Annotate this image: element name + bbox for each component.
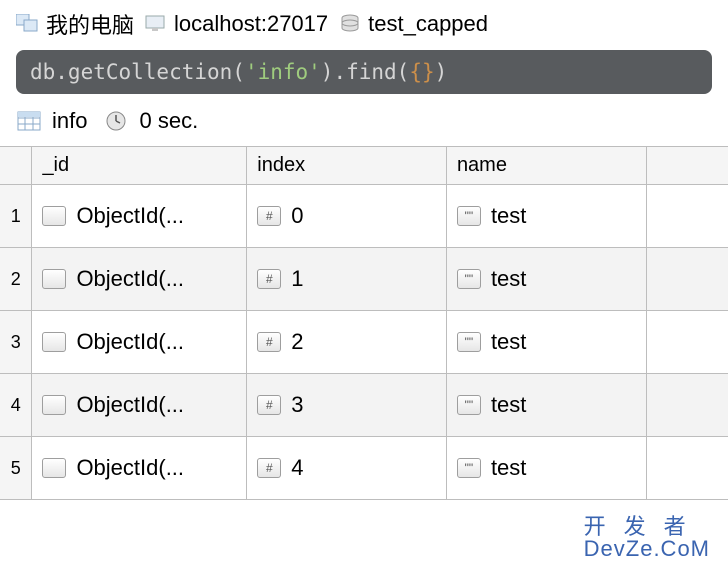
results-table: _id index name 1 ObjectId(... #0 "" test 2 Obj… — [0, 147, 728, 500]
cell-id-value: ObjectId(... — [76, 203, 184, 229]
breadcrumb-host[interactable]: localhost:27017 — [144, 11, 328, 37]
cell-id-value: ObjectId(... — [76, 455, 184, 481]
clock-icon — [103, 110, 129, 132]
number-type-icon: # — [257, 395, 281, 415]
cell-index-value: 1 — [291, 266, 303, 292]
number-type-icon: # — [257, 332, 281, 352]
watermark-line2: DevZe.CoM — [584, 538, 710, 560]
status-row: info 0 sec. — [0, 94, 728, 147]
cell-id[interactable]: ObjectId(... — [32, 437, 247, 500]
gutter-header — [0, 147, 32, 185]
header-id[interactable]: _id — [32, 147, 247, 185]
string-type-icon: "" — [457, 395, 481, 415]
cell-name-value: test — [491, 455, 526, 481]
cell-gap — [646, 248, 728, 311]
breadcrumb-computer-label: 我的电脑 — [46, 8, 134, 40]
cell-name-value: test — [491, 203, 526, 229]
database-icon — [338, 13, 362, 35]
cell-name[interactable]: "" test — [446, 437, 646, 500]
cell-gap — [646, 185, 728, 248]
number-type-icon: # — [257, 206, 281, 226]
watermark-line1: 开发者 — [584, 516, 710, 538]
row-number: 5 — [0, 437, 32, 500]
object-type-icon — [42, 332, 66, 352]
header-name[interactable]: name — [446, 147, 646, 185]
object-type-icon — [42, 269, 66, 289]
cell-index[interactable]: #2 — [247, 311, 447, 374]
status-time-label: 0 sec. — [139, 108, 198, 134]
string-type-icon: "" — [457, 332, 481, 352]
monitor-icon — [144, 13, 168, 35]
query-suffix: ) — [435, 60, 448, 84]
cell-index-value: 2 — [291, 329, 303, 355]
cell-index[interactable]: #1 — [247, 248, 447, 311]
cell-name[interactable]: "" test — [446, 248, 646, 311]
string-type-icon: "" — [457, 206, 481, 226]
header-index[interactable]: index — [247, 147, 447, 185]
cell-id[interactable]: ObjectId(... — [32, 248, 247, 311]
number-type-icon: # — [257, 269, 281, 289]
table-row[interactable]: 4 ObjectId(... #3 "" test — [0, 374, 728, 437]
query-mid: ).find( — [321, 60, 410, 84]
cell-id[interactable]: ObjectId(... — [32, 311, 247, 374]
table-row[interactable]: 5 ObjectId(... #4 "" test — [0, 437, 728, 500]
cell-index-value: 0 — [291, 203, 303, 229]
object-type-icon — [42, 458, 66, 478]
cell-gap — [646, 311, 728, 374]
cell-gap — [646, 437, 728, 500]
query-arg: 'info' — [245, 60, 321, 84]
cell-index-value: 4 — [291, 455, 303, 481]
query-bar[interactable]: db.getCollection('info').find({}) — [16, 50, 712, 94]
query-braces: {} — [409, 60, 434, 84]
string-type-icon: "" — [457, 269, 481, 289]
cell-name[interactable]: "" test — [446, 374, 646, 437]
watermark: 开发者 DevZe.CoM — [584, 516, 710, 560]
object-type-icon — [42, 395, 66, 415]
table-row[interactable]: 3 ObjectId(... #2 "" test — [0, 311, 728, 374]
string-type-icon: "" — [457, 458, 481, 478]
cell-id[interactable]: ObjectId(... — [32, 374, 247, 437]
cell-index-value: 3 — [291, 392, 303, 418]
table-header-row: _id index name — [0, 147, 728, 185]
cell-name-value: test — [491, 329, 526, 355]
status-tab-label: info — [52, 108, 87, 134]
breadcrumb-host-label: localhost:27017 — [174, 11, 328, 37]
computer-icon — [16, 13, 40, 35]
row-number: 1 — [0, 185, 32, 248]
row-number: 4 — [0, 374, 32, 437]
query-prefix: db.getCollection( — [30, 60, 245, 84]
cell-name-value: test — [491, 392, 526, 418]
object-type-icon — [42, 206, 66, 226]
breadcrumb-collection[interactable]: test_capped — [338, 11, 488, 37]
row-number: 3 — [0, 311, 32, 374]
number-type-icon: # — [257, 458, 281, 478]
header-gap — [646, 147, 728, 185]
cell-index[interactable]: #3 — [247, 374, 447, 437]
cell-name[interactable]: "" test — [446, 185, 646, 248]
cell-name-value: test — [491, 266, 526, 292]
cell-id-value: ObjectId(... — [76, 329, 184, 355]
row-number: 2 — [0, 248, 32, 311]
cell-index[interactable]: #4 — [247, 437, 447, 500]
breadcrumb: 我的电脑 localhost:27017 test_capped — [0, 0, 728, 50]
cell-id[interactable]: ObjectId(... — [32, 185, 247, 248]
breadcrumb-computer[interactable]: 我的电脑 — [16, 8, 134, 40]
breadcrumb-collection-label: test_capped — [368, 11, 488, 37]
cell-index[interactable]: #0 — [247, 185, 447, 248]
cell-id-value: ObjectId(... — [76, 392, 184, 418]
cell-id-value: ObjectId(... — [76, 266, 184, 292]
table-row[interactable]: 2 ObjectId(... #1 "" test — [0, 248, 728, 311]
table-row[interactable]: 1 ObjectId(... #0 "" test — [0, 185, 728, 248]
cell-gap — [646, 374, 728, 437]
cell-name[interactable]: "" test — [446, 311, 646, 374]
grid-icon[interactable] — [16, 110, 42, 132]
